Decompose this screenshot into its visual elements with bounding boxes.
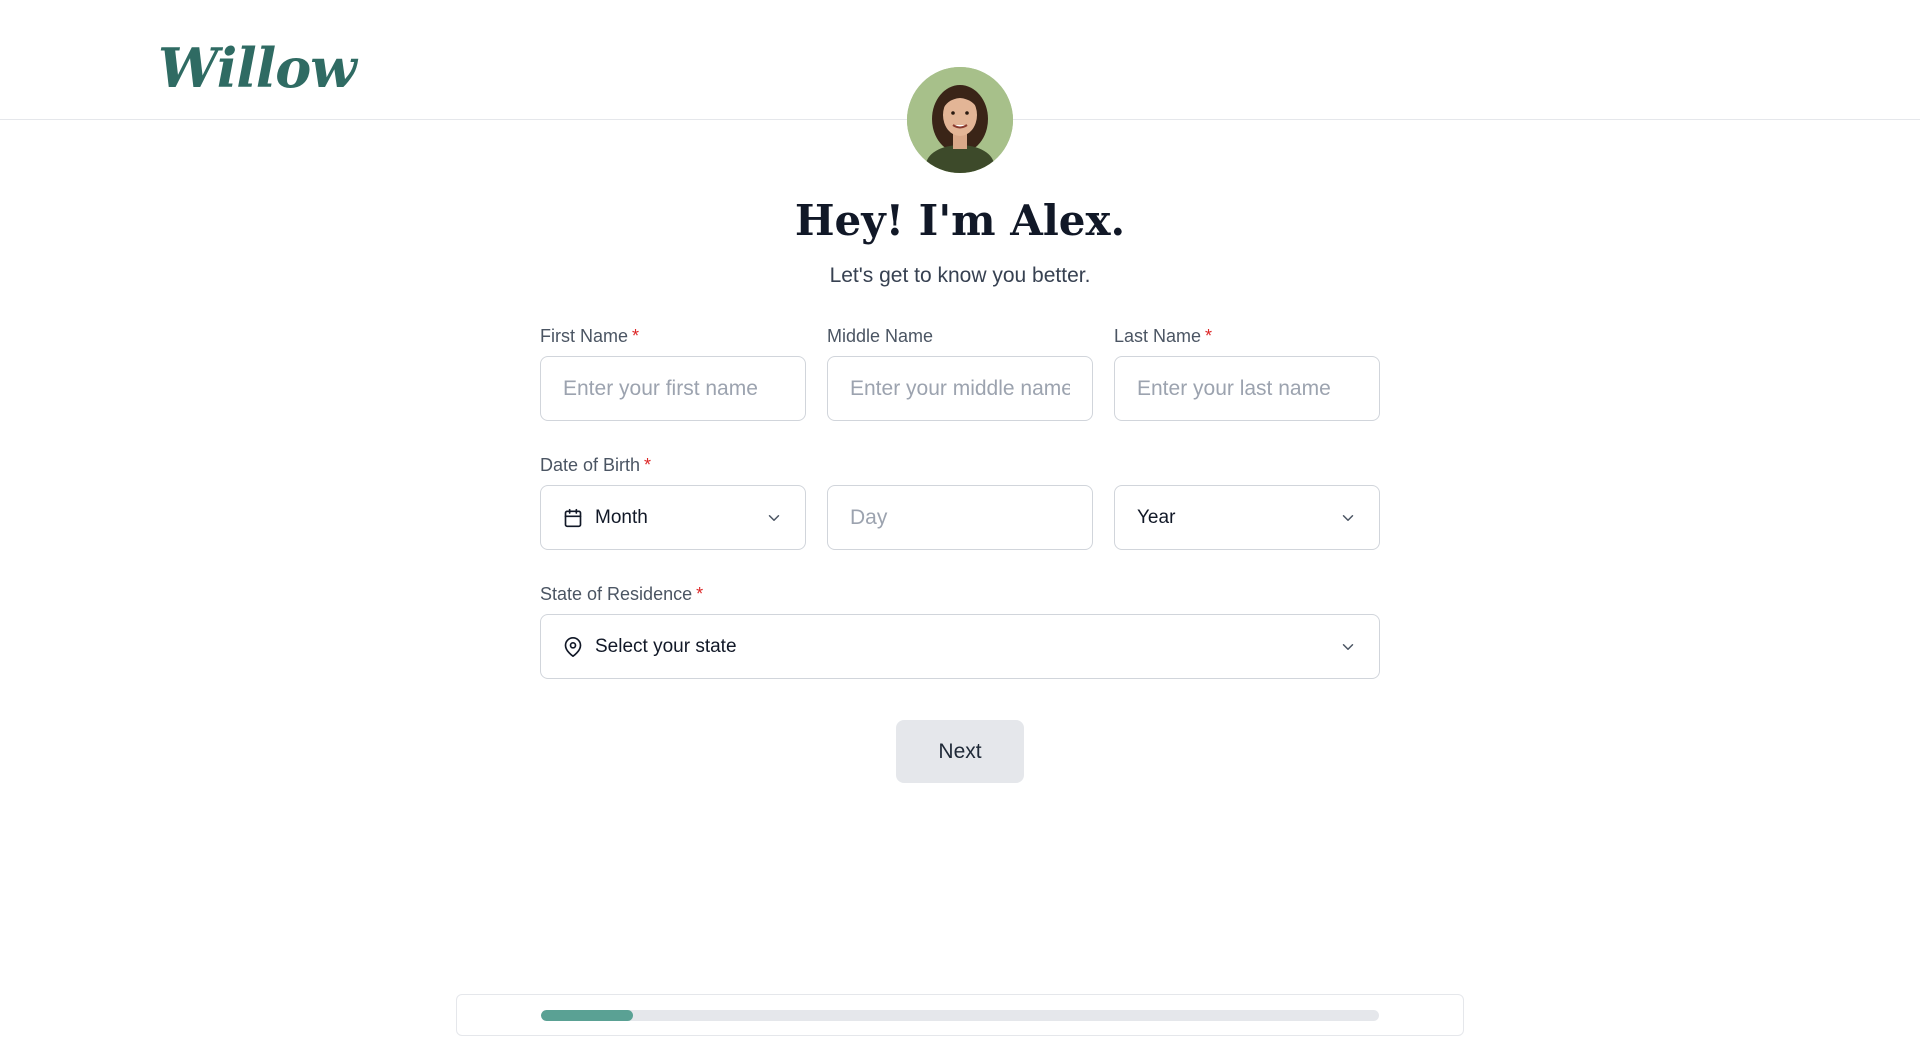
willow-logo[interactable]: Willow — [158, 36, 357, 100]
state-label: State of Residence * — [540, 584, 704, 604]
required-mark: * — [1205, 326, 1213, 346]
progress-fill — [541, 1010, 634, 1021]
last-name-label: Last Name * — [1114, 326, 1213, 346]
first-name-label: First Name * — [540, 326, 640, 346]
middle-name-label: Middle Name — [827, 326, 934, 346]
first-name-input[interactable] — [540, 356, 806, 421]
last-name-input[interactable] — [1114, 356, 1380, 421]
year-select[interactable]: Year — [1114, 485, 1380, 550]
required-mark: * — [644, 455, 652, 475]
state-value: Select your state — [595, 635, 737, 657]
next-button[interactable]: Next — [896, 720, 1024, 783]
state-select[interactable]: Select your state — [540, 614, 1380, 679]
map-pin-icon — [563, 636, 583, 657]
month-select[interactable]: Month — [540, 485, 806, 550]
avatar — [907, 67, 1013, 173]
avatar-image — [907, 67, 1013, 173]
chevron-down-icon — [1339, 509, 1357, 527]
progress-track — [541, 1010, 1379, 1021]
page-subtitle: Let's get to know you better. — [829, 264, 1091, 287]
required-mark: * — [696, 584, 704, 604]
middle-name-input[interactable] — [827, 356, 1093, 421]
chevron-down-icon — [765, 509, 783, 527]
month-value: Month — [595, 506, 648, 528]
chevron-down-icon — [1339, 638, 1357, 656]
day-input[interactable] — [827, 485, 1093, 550]
required-mark: * — [632, 326, 640, 346]
calendar-icon — [563, 508, 583, 528]
dob-label: Date of Birth * — [540, 455, 652, 475]
year-value: Year — [1137, 506, 1176, 528]
page-title: Hey! I'm Alex. — [794, 196, 1126, 245]
progress-panel — [456, 994, 1464, 1036]
